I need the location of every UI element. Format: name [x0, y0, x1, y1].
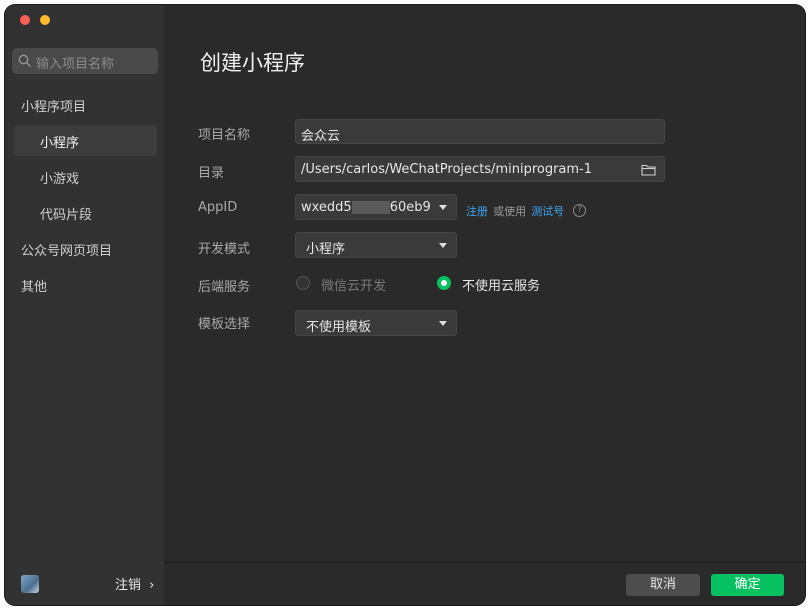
chevron-down-icon: [439, 243, 447, 248]
page-title: 创建小程序: [200, 51, 305, 75]
avatar[interactable]: [21, 575, 39, 593]
chevron-right-icon: ›: [149, 578, 155, 593]
confirm-button[interactable]: 确定: [711, 574, 784, 596]
search-input[interactable]: 输入项目名称: [36, 53, 114, 72]
sidebar: 输入项目名称 小程序项目 小程序 小游戏 代码片段 公众号网页项目 其他 注销 …: [5, 5, 164, 605]
template-label: 模板选择: [198, 317, 251, 332]
test-account-link[interactable]: 测试号: [531, 205, 564, 218]
nav-item-miniprogram[interactable]: 小程序: [40, 132, 79, 151]
nav-group-official-account-web[interactable]: 公众号网页项目: [21, 240, 112, 259]
main-panel: 创建小程序 项目名称 会众云 目录 /Users/carlos/WeChatPr…: [164, 5, 805, 605]
nav-active-highlight: [14, 125, 157, 156]
cloud-dev-label: 微信云开发: [321, 279, 387, 294]
directory-value: /Users/carlos/WeChatProjects/miniprogram…: [301, 162, 593, 177]
directory-input[interactable]: /Users/carlos/WeChatProjects/miniprogram…: [295, 156, 665, 182]
template-select[interactable]: 不使用模板: [295, 310, 457, 336]
project-name-input[interactable]: 会众云: [295, 119, 665, 144]
appid-label: AppID: [198, 200, 238, 215]
project-name-value: 会众云: [301, 129, 341, 144]
search-box[interactable]: 输入项目名称: [12, 48, 158, 74]
window-close-button[interactable]: [20, 15, 30, 25]
cancel-button[interactable]: 取消: [626, 574, 700, 596]
logout-label: 注销: [115, 578, 142, 593]
create-miniprogram-window: 输入项目名称 小程序项目 小程序 小游戏 代码片段 公众号网页项目 其他 注销 …: [5, 5, 805, 605]
nav-group-other[interactable]: 其他: [21, 276, 47, 295]
help-icon[interactable]: ?: [573, 204, 587, 217]
appid-value: wxedd560eb9df: [301, 200, 431, 215]
directory-label: 目录: [198, 166, 225, 181]
folder-icon[interactable]: [641, 163, 656, 176]
no-cloud-radio[interactable]: [437, 276, 451, 290]
footer-bar: 取消 确定: [164, 562, 805, 605]
cloud-dev-radio[interactable]: [296, 276, 310, 290]
nav-item-code-snippet[interactable]: 代码片段: [40, 204, 92, 223]
project-name-label: 项目名称: [198, 128, 251, 143]
register-link[interactable]: 注册: [466, 205, 488, 218]
chevron-down-icon: [439, 321, 447, 326]
logout-button[interactable]: 注销 ›: [115, 574, 154, 593]
dev-mode-label: 开发模式: [198, 242, 251, 257]
nav-item-minigame[interactable]: 小游戏: [40, 168, 79, 187]
search-icon: [18, 54, 31, 67]
appid-links: 注册 或使用 测试号 ?: [466, 200, 587, 219]
backend-label: 后端服务: [198, 280, 251, 295]
template-value: 不使用模板: [306, 320, 372, 335]
dev-mode-value: 小程序: [306, 242, 346, 257]
no-cloud-label: 不使用云服务: [462, 279, 541, 294]
nav-group-miniprogram-project[interactable]: 小程序项目: [21, 96, 86, 115]
chevron-down-icon: [439, 205, 447, 210]
appid-select[interactable]: wxedd560eb9df: [295, 194, 457, 220]
dev-mode-select[interactable]: 小程序: [295, 232, 457, 258]
or-use-text: 或使用: [493, 205, 527, 218]
window-minimize-button[interactable]: [40, 15, 50, 25]
